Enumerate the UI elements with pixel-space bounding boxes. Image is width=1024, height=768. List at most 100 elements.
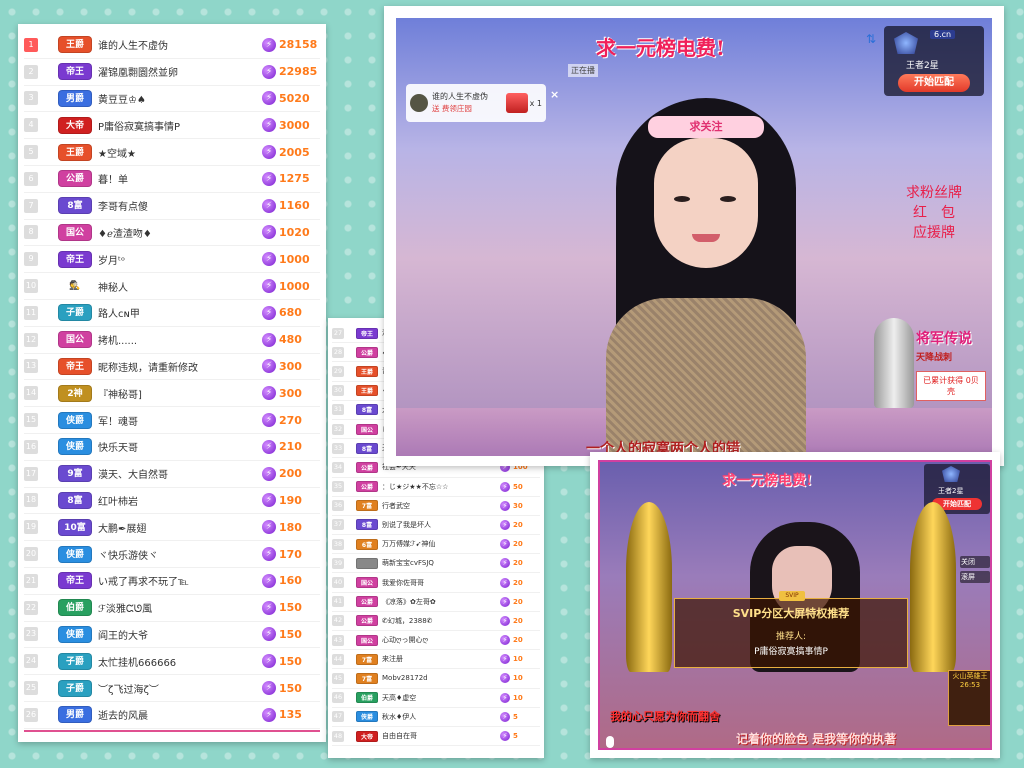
user-name[interactable]: 濯锦凰翾圜然並卵 xyxy=(98,64,262,79)
leaderboard-row[interactable]: 38 6富 万万傅媒ℱ➹神仙 ⚡ 20 xyxy=(332,535,540,555)
user-name[interactable]: ★空域★ xyxy=(98,145,262,160)
leaderboard-row[interactable]: 3 男爵 黄豆豆♔♠ ⚡ 5020 xyxy=(24,86,320,113)
user-name[interactable]: 行者武空 xyxy=(382,501,500,511)
stream-video-main[interactable]: 求关注 求一元榜电费! 正在播 谁的人生不虚伪 送 费领庄园 x 1 × ⇅ 6… xyxy=(396,18,992,456)
user-name[interactable]: 阎王的大爷 xyxy=(98,627,262,642)
score-value: 180 xyxy=(279,520,302,534)
user-name[interactable]: い戒了再求不玩了℡ xyxy=(98,573,262,588)
leaderboard-row[interactable]: 12 国公 拷机...... ⚡ 480 xyxy=(24,327,320,354)
user-name[interactable]: 李哥有点傻 xyxy=(98,198,262,213)
noble-badge: 🕵 xyxy=(69,280,81,291)
leaderboard-row[interactable]: 22 伯爵 ℱ淡雅ᙅᘎ風 ⚡ 150 xyxy=(24,595,320,622)
noble-badge: 公爵 xyxy=(356,615,378,627)
score: ⚡ 190 xyxy=(262,493,316,508)
leaderboard-row[interactable]: 20 侠爵 ヾ快乐游侠ヾ ⚡ 170 xyxy=(24,541,320,568)
leaderboard-row[interactable]: 43 国公 心动ღっ開心ღ ⚡ 20 xyxy=(332,631,540,651)
rank-number: 21 xyxy=(24,573,38,588)
leaderboard-row[interactable]: 46 伯爵 天高♦虚空 ⚡ 10 xyxy=(332,689,540,708)
user-name[interactable]: ︶ζ飞过海ζ︶ xyxy=(98,681,262,696)
leaderboard-row[interactable]: 17 9富 漠天、大自然哥 ⚡ 200 xyxy=(24,461,320,488)
leaderboard-row[interactable]: 8 国公 ♦ℯ渣渣吻♦ ⚡ 1020 xyxy=(24,220,320,247)
user-name[interactable]: 路人ᴄɴ甲 xyxy=(98,305,262,320)
leaderboard-row[interactable]: 26 男爵 逝去的风晨 ⚡ 135 xyxy=(24,702,320,729)
user-name[interactable]: 黄豆豆♔♠ xyxy=(98,91,262,106)
swap-icon[interactable]: ⇅ xyxy=(866,32,882,46)
leaderboard-row[interactable]: 11 子爵 路人ᴄɴ甲 ⚡ 680 xyxy=(24,300,320,327)
leaderboard-row[interactable]: 1 王爵 谁的人生不虚伪 ⚡ 28158 xyxy=(24,32,320,59)
leaderboard-row[interactable]: 2 帝王 濯锦凰翾圜然並卵 ⚡ 22985 xyxy=(24,59,320,86)
user-name[interactable]: 拷机...... xyxy=(98,332,262,347)
leaderboard-row[interactable]: 35 公爵 ：じ★ジ★★不忘☆☆ ⚡ 50 xyxy=(332,478,540,497)
leaderboard-row[interactable]: 19 10富 大鹏✒展翅 ⚡ 180 xyxy=(24,514,320,542)
user-name[interactable]: ヾ快乐游侠ヾ xyxy=(98,547,262,562)
start-match-button[interactable]: 开始匹配 xyxy=(898,74,970,92)
user-name[interactable]: 心动ღっ開心ღ xyxy=(382,635,500,645)
user-name[interactable]: 快乐天哥 xyxy=(98,439,262,454)
leaderboard-row[interactable]: 9 帝王 岁月ᵗᵒ ⚡ 1000 xyxy=(24,246,320,274)
event-promo[interactable]: 将军传说 天降战刺 已累计获得 0贝壳 xyxy=(916,328,986,438)
user-name[interactable]: 军！魂哥 xyxy=(98,413,262,428)
leaderboard-row[interactable]: 44 7富 来注册 ⚡ 10 xyxy=(332,650,540,670)
leaderboard-row[interactable]: 48 大帝 自由自在哥 ⚡ 5 xyxy=(332,727,540,747)
user-name[interactable]: 万万傅媒ℱ➹神仙 xyxy=(382,539,500,549)
noble-badge: 王爵 xyxy=(356,365,378,377)
leaderboard-row[interactable]: 6 公爵 暮！单 ⚡ 1275 xyxy=(24,166,320,193)
user-name[interactable]: 暮！单 xyxy=(98,171,262,186)
noble-badge: 公爵 xyxy=(356,481,378,493)
leaderboard-row[interactable]: 36 7富 行者武空 ⚡ 30 xyxy=(332,497,540,516)
user-name[interactable]: 红叶柿岩 xyxy=(98,493,262,508)
leaderboard-row[interactable]: 7 8富 李哥有点傻 ⚡ 1160 xyxy=(24,193,320,220)
user-name[interactable]: 岁月ᵗᵒ xyxy=(98,252,262,267)
user-name[interactable]: 天高♦虚空 xyxy=(382,693,500,703)
leaderboard-row[interactable]: 18 8富 红叶柿岩 ⚡ 190 xyxy=(24,488,320,515)
leaderboard-row[interactable]: 25 子爵 ︶ζ飞过海ζ︶ ⚡ 150 xyxy=(24,675,320,702)
leaderboard-row[interactable]: 16 侠爵 快乐天哥 ⚡ 210 xyxy=(24,434,320,461)
scroll-button[interactable]: 滚屏 xyxy=(960,571,990,583)
user-name[interactable]: 来注册 xyxy=(382,654,500,664)
leaderboard-row[interactable]: 37 8富 别说了我是坏人 ⚡ 20 xyxy=(332,516,540,536)
leaderboard-row[interactable]: 10 🕵 神秘人 ⚡ 1000 xyxy=(24,273,320,300)
event-promo[interactable]: 火山英雄王 26:53 xyxy=(948,670,990,726)
leaderboard-row[interactable]: 45 7富 Mobv28172d ⚡ 10 xyxy=(332,669,540,689)
user-name[interactable]: 逝去的风晨 xyxy=(98,707,262,722)
mic-icon[interactable] xyxy=(606,736,614,748)
leaderboard-row[interactable]: 47 侠爵 秋水♦伊人 ⚡ 5 xyxy=(332,708,540,727)
user-name[interactable]: 漠天、大自然哥 xyxy=(98,466,262,481)
leaderboard-row[interactable]: 5 王爵 ★空域★ ⚡ 2005 xyxy=(24,139,320,166)
user-name[interactable]: ：じ★ジ★★不忘☆☆ xyxy=(382,482,500,492)
user-name[interactable]: 别说了我是坏人 xyxy=(382,520,500,530)
user-name[interactable]: P庸俗寂寞搞事情P xyxy=(98,118,262,133)
user-name[interactable]: 萌新宝宝cvFSJQ xyxy=(382,558,500,568)
leaderboard-row[interactable]: 39 萌新宝宝cvFSJQ ⚡ 20 xyxy=(332,554,540,574)
user-name[interactable]: 大鹏✒展翅 xyxy=(98,520,262,535)
leaderboard-row[interactable]: 4 大帝 P庸俗寂寞搞事情P ⚡ 3000 xyxy=(24,112,320,140)
user-name[interactable]: 太忙挂机666666 xyxy=(98,654,262,669)
score-value: 3000 xyxy=(279,118,310,132)
user-name[interactable]: 自由自在哥 xyxy=(382,731,500,741)
score-value: 20 xyxy=(513,559,523,568)
close-icon[interactable]: × xyxy=(550,88,559,101)
user-name[interactable]: 《凉落》✿左哥✿ xyxy=(382,597,500,607)
user-name[interactable]: 我爱你佐哥哥 xyxy=(382,578,500,588)
rank-number: 28 xyxy=(332,346,344,358)
leaderboard-row[interactable]: 40 国公 我爱你佐哥哥 ⚡ 20 xyxy=(332,573,540,593)
leaderboard-row[interactable]: 13 帝王 昵称违规，请重新修改 ⚡ 300 xyxy=(24,354,320,381)
leaderboard-row[interactable]: 21 帝王 い戒了再求不玩了℡ ⚡ 160 xyxy=(24,568,320,595)
user-name[interactable]: 『神秘哥] xyxy=(98,386,262,401)
user-name[interactable]: Mobv28172d xyxy=(382,674,500,682)
user-name[interactable]: ℱ淡雅ᙅᘎ風 xyxy=(98,600,262,615)
user-name[interactable]: ♦ℯ渣渣吻♦ xyxy=(98,225,262,240)
leaderboard-row[interactable]: 24 子爵 太忙挂机666666 ⚡ 150 xyxy=(24,648,320,676)
leaderboard-row[interactable]: 41 公爵 《凉落》✿左哥✿ ⚡ 20 xyxy=(332,593,540,612)
user-name[interactable]: 昵称违规，请重新修改 xyxy=(98,359,262,374)
user-name[interactable]: ✆幻城，2388✆ xyxy=(382,616,500,626)
leaderboard-row[interactable]: 15 侠爵 军！魂哥 ⚡ 270 xyxy=(24,407,320,434)
stream-video-secondary[interactable]: 求一元榜电费! 王者2星 开始匹配 SVIP SVIP分区大屏特权推荐 推荐人:… xyxy=(598,460,992,750)
leaderboard-row[interactable]: 14 2神 『神秘哥] ⚡ 300 xyxy=(24,380,320,408)
user-name[interactable]: 谁的人生不虚伪 xyxy=(98,37,262,52)
leaderboard-row[interactable]: 23 侠爵 阎王的大爷 ⚡ 150 xyxy=(24,622,320,649)
user-name[interactable]: 秋水♦伊人 xyxy=(382,712,500,722)
close-button[interactable]: 关闭 xyxy=(960,556,990,568)
user-name[interactable]: 神秘人 xyxy=(98,279,262,294)
leaderboard-row[interactable]: 42 公爵 ✆幻城，2388✆ ⚡ 20 xyxy=(332,612,540,631)
